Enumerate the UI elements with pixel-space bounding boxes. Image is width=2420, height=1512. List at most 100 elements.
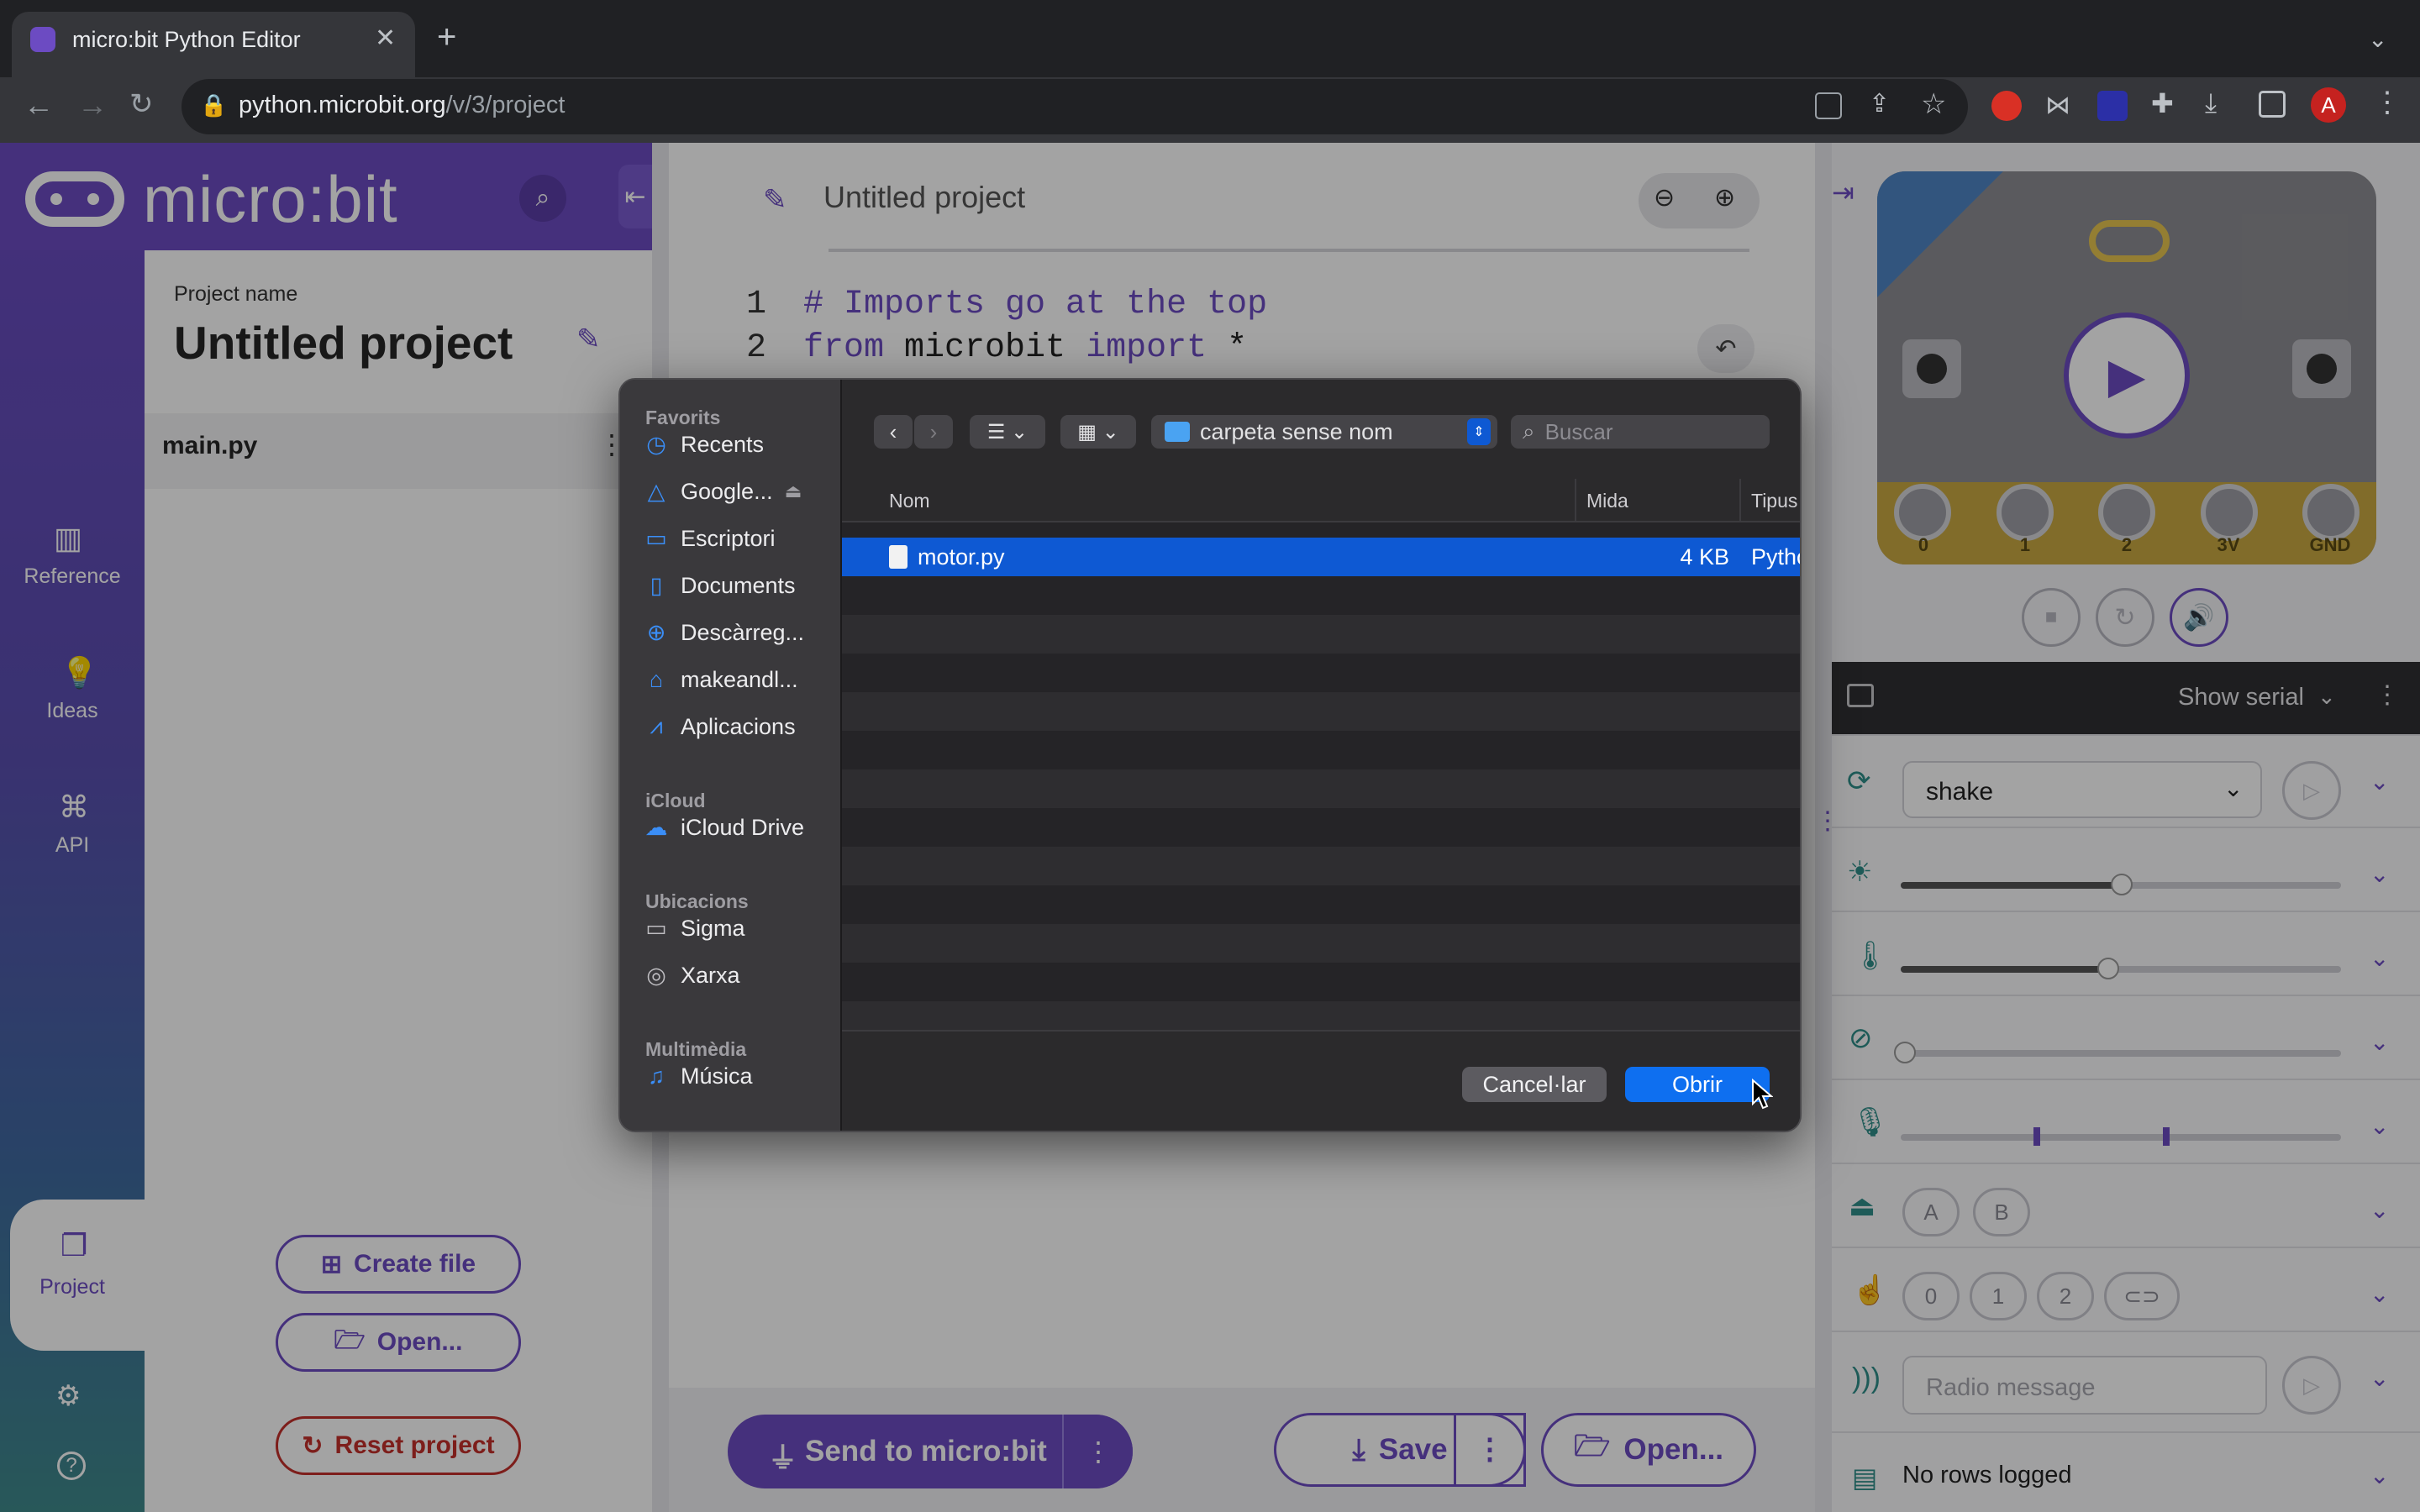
sidebar-item-music[interactable]: ♫ Música [644,1055,837,1097]
collapse-sidebar-icon[interactable]: ⇤ [618,165,652,228]
tab-search-chevron-icon[interactable]: ⌄ [2368,25,2387,53]
sidebar-item-desktop[interactable]: ▭ Escriptori [644,517,837,559]
play-simulator-button[interactable]: ▶ [2064,312,2190,438]
expand-light-icon[interactable]: ⌄ [2370,860,2389,888]
search-field[interactable]: ⌕ Buscar [1511,415,1770,449]
board-button-b[interactable] [2292,339,2351,398]
code-import-statement[interactable]: from microbit import * [803,329,1247,367]
eject-icon[interactable]: ⏏ [785,480,802,502]
sound-threshold-low[interactable] [2033,1127,2040,1146]
light-slider-thumb[interactable] [2111,874,2133,895]
sidebar-item-applications[interactable]: ⩘ Aplicacions [644,706,837,748]
temperature-slider-thumb[interactable] [2097,958,2119,979]
edit-title-icon[interactable]: ✎ [763,183,787,217]
column-size[interactable]: Mida [1586,490,1628,512]
forward-icon[interactable]: → [77,87,108,123]
zoom-in-icon[interactable]: ⊕ [1714,183,1735,213]
sidebar-item-google-drive[interactable]: △ Google... ⏏ [644,470,837,512]
settings-gear-icon[interactable]: ⚙ [55,1379,81,1413]
expand-temperature-icon[interactable]: ⌄ [2370,944,2389,972]
extension-blue-icon[interactable] [2097,91,2128,121]
temperature-slider-track[interactable] [1901,966,2341,973]
back-icon[interactable]: ← [24,87,54,123]
compass-slider-thumb[interactable] [1894,1042,1916,1063]
sim-button-b[interactable]: B [1973,1188,2030,1236]
nav-ideas[interactable]: Ideas [0,699,145,723]
pin-2-pad[interactable] [2098,484,2155,541]
pin-1-pad[interactable] [1996,484,2054,541]
touch-pin-2[interactable]: 2 [2037,1272,2094,1320]
lock-icon[interactable]: 🔒 [200,92,227,118]
browser-menu-icon[interactable]: ⋮ [2373,86,2402,119]
sidebar-item-documents[interactable]: ▯ Documents [644,564,837,606]
side-panel-icon[interactable] [2259,91,2286,118]
code-comment[interactable]: # Imports go at the top [803,286,1267,323]
nav-reference[interactable]: Reference [0,564,145,589]
restart-icon[interactable]: ↻ [2096,588,2154,647]
create-file-button[interactable]: ⊞ Create file [276,1235,521,1294]
save-more-icon[interactable]: ⋮ [1454,1413,1526,1487]
sidebar-item-network[interactable]: ◎ Xarxa [644,954,837,996]
gesture-select[interactable]: shake ⌄ [1902,761,2262,818]
sim-button-a[interactable]: A [1902,1188,1960,1236]
radio-message-input[interactable]: Radio message [1902,1356,2267,1415]
send-more-icon[interactable]: ⋮ [1062,1415,1133,1488]
sound-slider-track[interactable] [1901,1134,2341,1141]
touch-pin-0[interactable]: 0 [1902,1272,1960,1320]
column-name[interactable]: Nom [889,490,930,512]
help-icon[interactable]: ? [57,1452,86,1480]
sidebar-item-downloads[interactable]: ⊕ Descàrreg... [644,612,837,654]
profile-avatar[interactable]: A [2311,87,2346,123]
expand-buttons-icon[interactable]: ⌄ [2370,1196,2389,1224]
send-radio-icon[interactable]: ▷ [2282,1356,2341,1415]
board-logo-touch[interactable] [2089,220,2170,262]
downloads-icon[interactable]: ⤓ [2205,87,2217,119]
search-icon[interactable]: ⌕ [519,175,566,222]
back-arrow-icon[interactable]: ‹ [874,415,913,449]
open-project-button[interactable]: 🗁 Open... [276,1313,521,1372]
pin-3v-pad[interactable] [2200,484,2258,541]
expand-sound-icon[interactable]: ⌄ [2370,1112,2389,1140]
extensions-puzzle-icon[interactable]: ✚ [2151,87,2174,119]
sidebar-item-icloud-drive[interactable]: ☁ iCloud Drive [644,806,837,848]
serial-chevron-icon[interactable]: ⌄ [2317,684,2336,710]
share-icon[interactable]: ⇪ [1869,89,1890,118]
code-line-1[interactable]: 1 [746,286,766,323]
extension-reader-icon[interactable]: ⋈ [2045,91,2075,121]
open-button[interactable]: Obrir [1625,1067,1770,1102]
resize-handle-icon[interactable]: ⋮ [1815,806,1840,857]
bookmark-star-icon[interactable]: ☆ [1921,87,1946,121]
expand-compass-icon[interactable]: ⌄ [2370,1028,2389,1056]
stop-icon[interactable]: ■ [2022,588,2081,647]
zoom-out-icon[interactable]: ⊖ [1654,183,1675,213]
file-row-selected[interactable]: motor.py 4 KB Pytho [842,538,1800,576]
compass-slider-track[interactable] [1901,1050,2341,1057]
expand-touch-icon[interactable]: ⌄ [2370,1280,2389,1308]
pin-0-pad[interactable] [1894,484,1951,541]
sound-icon[interactable]: 🔊 [2170,588,2228,647]
pin-gnd-pad[interactable] [2302,484,2360,541]
grid-view-icon[interactable]: ▦ ⌄ [1060,415,1136,449]
forward-arrow-icon[interactable]: › [914,415,953,449]
serial-menu-icon[interactable]: ⋮ [2375,680,2400,710]
send-gesture-icon[interactable]: ▷ [2282,761,2341,820]
board-button-a[interactable] [1902,339,1961,398]
open-file-button[interactable]: 🗁 Open... [1541,1413,1756,1487]
sidebar-item-home[interactable]: ⌂ makeandl... [644,659,837,701]
sound-threshold-high[interactable] [2163,1127,2170,1146]
sidebar-item-sigma[interactable]: ▭ Sigma [644,907,837,949]
expand-radio-icon[interactable]: ⌄ [2370,1364,2389,1392]
new-tab-icon[interactable]: + [437,18,456,56]
nav-project[interactable]: Project [0,1275,145,1299]
cancel-button[interactable]: Cancel·lar [1462,1067,1607,1102]
touch-pin-1[interactable]: 1 [1970,1272,2027,1320]
column-kind[interactable]: Tipus [1751,490,1797,512]
collapse-simulator-icon[interactable]: ⇥ [1832,176,1854,208]
close-tab-icon[interactable]: ✕ [375,24,396,53]
folder-popup[interactable]: carpeta sense nom [1151,415,1497,449]
nav-api[interactable]: API [0,833,145,858]
expand-gesture-icon[interactable]: ⌄ [2370,768,2389,795]
translate-icon[interactable] [1815,92,1842,119]
url-text[interactable]: python.microbit.org/v/3/project [239,92,565,119]
touch-logo-pin[interactable]: ⊂⊃ [2104,1272,2180,1320]
